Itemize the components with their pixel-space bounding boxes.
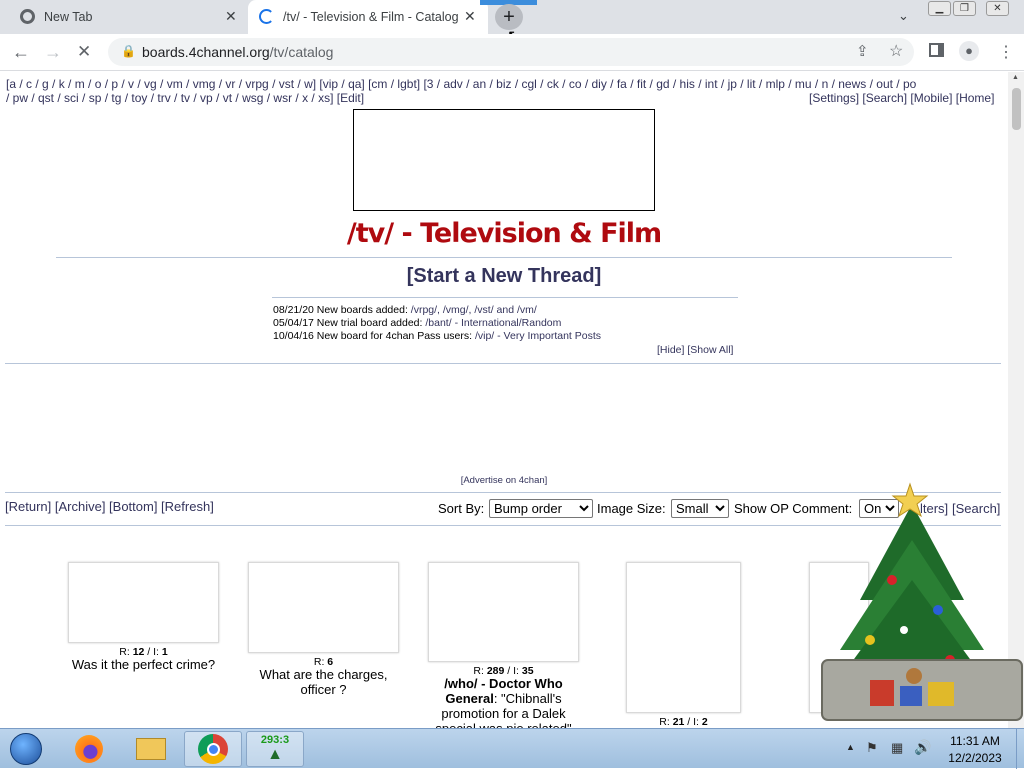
ornament: [933, 605, 943, 615]
network-icon[interactable]: ▦: [891, 740, 903, 756]
maximize-button[interactable]: ❐: [953, 1, 976, 16]
close-window-button[interactable]: ✕: [986, 1, 1009, 16]
news-item: 05/04/17 New trial board added: /bant/ -…: [273, 317, 562, 329]
christmas-tree-widget[interactable]: [800, 480, 1024, 728]
show-desktop-button[interactable]: [1016, 729, 1024, 769]
windows-taskbar: 293:3 ▲ ▲ ⚑ ▦ 🔊 11:31 AM 12/2/2023: [0, 728, 1024, 769]
stop-icon[interactable]: ✕: [77, 42, 91, 62]
thread-thumbnail[interactable]: [68, 562, 219, 643]
chrome-taskbar-icon[interactable]: [184, 731, 242, 767]
news-item: 10/04/16 New board for 4chan Pass users:…: [273, 330, 602, 342]
loading-spinner-icon: [259, 9, 274, 24]
tab-title: /tv/ - Television & Film - Catalog: [283, 10, 459, 24]
share-icon[interactable]: ⇪: [856, 42, 869, 60]
scrollbar-thumb[interactable]: [1012, 88, 1021, 130]
close-tab-icon[interactable]: ✕: [225, 8, 237, 25]
tab-search-icon[interactable]: ⌄: [898, 8, 909, 24]
tree-icon: ▲: [267, 746, 283, 763]
board-banner[interactable]: [353, 109, 655, 211]
hide-show-news[interactable]: [Hide] [Show All]: [657, 344, 733, 356]
menu-kebab-icon[interactable]: ⋮: [998, 42, 1014, 62]
ornament: [887, 575, 897, 585]
ornament: [900, 626, 908, 634]
browser-toolbar: ← → ✕ 🔒 boards.4channel.org/tv/catalog ⇪…: [0, 34, 1024, 71]
news-link[interactable]: /vrpg/, /vmg/, /vst/ and /vm/: [411, 304, 537, 316]
minimize-button[interactable]: ▁: [928, 1, 951, 16]
scroll-up-icon[interactable]: ▲: [1012, 74, 1019, 81]
image-size-label: Image Size:: [597, 501, 666, 516]
forward-icon[interactable]: →: [44, 42, 62, 63]
thread-thumbnail[interactable]: [428, 562, 579, 662]
thread-thumbnail[interactable]: [248, 562, 399, 653]
clock-date: 12/2/2023: [948, 751, 1002, 765]
ornament: [865, 635, 875, 645]
tab-tv-catalog[interactable]: /tv/ - Television & Film - Catalog ✕: [248, 0, 488, 34]
tree-app-taskbar-icon[interactable]: 293:3 ▲: [246, 731, 304, 767]
catalog-nav-links[interactable]: [Return] [Archive] [Bottom] [Refresh]: [5, 499, 214, 514]
start-thread-link[interactable]: [Start a New Thread]: [0, 265, 1008, 288]
address-bar[interactable]: 🔒 boards.4channel.org/tv/catalog ⇪ ☆: [108, 38, 914, 66]
thread-teaser: Was it the perfect crime?: [71, 657, 216, 672]
action-center-flag-icon[interactable]: ⚑: [866, 740, 878, 756]
profile-avatar-icon[interactable]: ●: [959, 41, 979, 61]
file-explorer-taskbar-icon[interactable]: [124, 731, 178, 767]
show-hidden-icons[interactable]: ▲: [846, 742, 855, 752]
news-item: 08/21/20 New boards added: /vrpg/, /vmg/…: [273, 304, 537, 316]
thread-thumbnail[interactable]: [626, 562, 741, 713]
teddy-bear: [906, 668, 922, 684]
chrome-icon: [20, 9, 35, 24]
thread-teaser: /who/ - Doctor Who General: "Chibnall's …: [435, 676, 571, 728]
thread-teaser: What are the charges, officer ?: [259, 667, 388, 697]
divider: [56, 257, 952, 258]
tab-strip: New Tab ✕ /tv/ - Television & Film - Cat…: [0, 0, 1024, 45]
lock-icon: 🔒: [121, 44, 136, 58]
sort-by-label: Sort By:: [438, 501, 485, 516]
thread-stats: R: 21 / I: 2: [659, 716, 708, 728]
system-clock[interactable]: 11:31 AM 12/2/2023: [935, 733, 1015, 767]
volume-icon[interactable]: 🔊: [914, 739, 931, 756]
firefox-taskbar-icon[interactable]: [62, 731, 116, 767]
board-navigation-bottom[interactable]: / pw / qst / sci / sp / tg / toy / trv /…: [6, 91, 364, 105]
image-size-select[interactable]: Small: [671, 499, 729, 518]
back-icon[interactable]: ←: [12, 42, 30, 63]
board-navigation-top[interactable]: [a / c / g / k / m / o / p / v / vg / vm…: [6, 77, 916, 91]
divider: [5, 363, 1001, 364]
clock-time: 11:31 AM: [950, 734, 1000, 748]
gift-box: [900, 686, 922, 706]
board-title: /tv/ - Television & Film: [346, 218, 662, 249]
tab-new-tab[interactable]: New Tab ✕: [0, 0, 247, 34]
bookmark-star-icon[interactable]: ☆: [889, 41, 903, 61]
close-tab-icon[interactable]: ✕: [464, 8, 476, 25]
start-button[interactable]: [4, 731, 48, 767]
sort-by-select[interactable]: Bump order: [489, 499, 593, 518]
divider: [272, 297, 738, 298]
side-panel-icon[interactable]: [929, 43, 944, 57]
tab-title: New Tab: [44, 10, 93, 24]
tree-counter: 293:3: [260, 734, 290, 746]
url-text[interactable]: boards.4channel.org/tv/catalog: [142, 44, 333, 60]
news-link[interactable]: /vip/ - Very Important Posts: [475, 330, 601, 342]
gift-box: [928, 682, 954, 706]
board-navigation-right[interactable]: [Settings] [Search] [Mobile] [Home]: [809, 91, 994, 105]
news-link[interactable]: /bant/ - International/Random: [425, 317, 561, 329]
gift-box: [870, 680, 894, 706]
